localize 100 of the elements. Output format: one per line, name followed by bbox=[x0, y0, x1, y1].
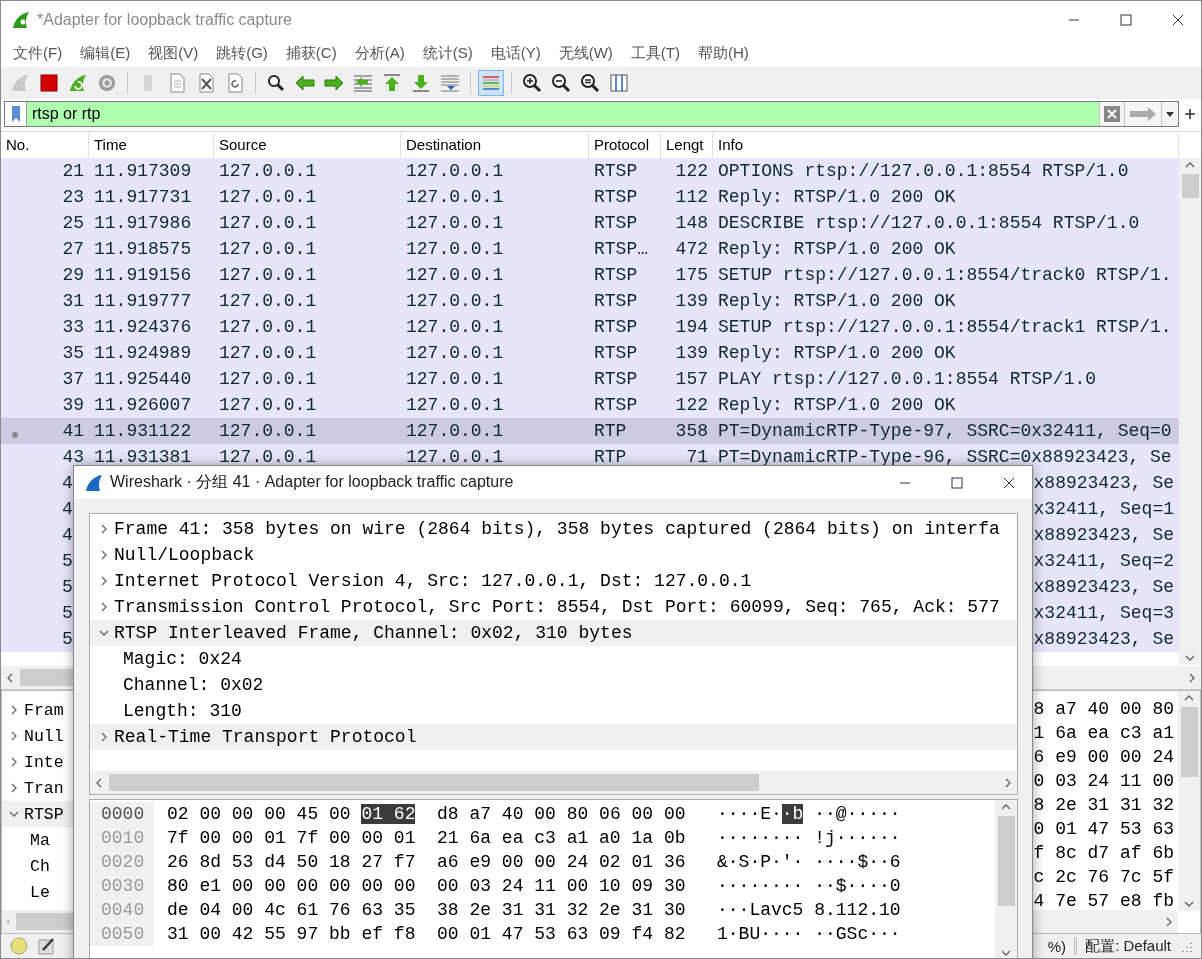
ascii-text: ········ !j······ bbox=[717, 828, 901, 848]
table-cell: 33 bbox=[62, 317, 84, 337]
menu-item[interactable]: 视图(V) bbox=[139, 43, 208, 63]
packet-row[interactable]: 21 11.917309 127.0.0.1 127.0.0.1 RTSP 122 OPTIONS rtsp://127.0.0.1:8554 RTSP/1.0 bbox=[1, 158, 1179, 184]
table-cell: 4 bbox=[62, 473, 73, 493]
table-cell: 358 bbox=[675, 421, 708, 441]
table-cell: 127.0.0.1 bbox=[219, 265, 317, 285]
table-cell: 39 bbox=[62, 395, 84, 415]
close-icon bbox=[1172, 14, 1184, 26]
tree-item[interactable]: Real-Time Transport Protocol bbox=[114, 727, 417, 747]
hex-bytes: c 2c 76 7c 5f bbox=[1033, 866, 1174, 889]
selected-ascii: ·b bbox=[781, 804, 804, 824]
hex-bytes: 8 2e 31 31 32 bbox=[1033, 794, 1174, 817]
zoom-reset-icon bbox=[580, 73, 600, 93]
byte-offset: 0000 bbox=[90, 802, 154, 826]
colored-lines-button[interactable] bbox=[478, 70, 504, 96]
tree-item[interactable]: RTSP bbox=[24, 804, 64, 824]
tree-item[interactable]: RTSP Interleaved Frame, Channel: 0x02, 310 bytes bbox=[114, 623, 633, 643]
packet-row[interactable]: 27 11.918575 127.0.0.1 127.0.0.1 RTSP… 472 Reply: RTSP/1.0 200 OK bbox=[1, 236, 1179, 262]
menu-item[interactable]: 编辑(E) bbox=[71, 43, 140, 63]
table-cell: 27 bbox=[62, 239, 84, 259]
packet-row[interactable]: 29 11.919156 127.0.0.1 127.0.0.1 RTSP 175 SETUP rtsp://127.0.0.1:8554/track0 RTSP/1. bbox=[1, 262, 1179, 288]
plus-icon[interactable] bbox=[1183, 107, 1197, 121]
ascii-text: ··@····· bbox=[813, 804, 901, 824]
stop-icon bbox=[40, 74, 58, 92]
menu-item[interactable]: 工具(T) bbox=[621, 43, 689, 63]
tree-item[interactable]: Magic: 0x24 bbox=[123, 649, 242, 669]
tree-item[interactable]: Ma bbox=[30, 830, 50, 850]
table-cell: 21 bbox=[62, 161, 84, 181]
tree-item[interactable]: Internet Protocol Version 4, Src: 127.0.0.1, Dst: 127.0.0.1 bbox=[114, 571, 752, 591]
table-cell: 127.0.0.1 bbox=[219, 317, 317, 337]
table-cell: RTSP bbox=[594, 291, 638, 311]
table-cell: 35 bbox=[62, 343, 84, 363]
table-cell: 139 bbox=[675, 291, 708, 311]
hex-bytes: 31 00 42 55 97 bb ef f8 00 01 47 53 63 09 f4 82 bbox=[167, 924, 686, 944]
table-cell: SETUP rtsp://127.0.0.1:8554/track0 RTSP/1. bbox=[718, 265, 1172, 285]
file-icon bbox=[168, 73, 186, 93]
table-cell: Reply: RTSP/1.0 200 OK bbox=[718, 291, 956, 311]
table-cell: 11.924376 bbox=[94, 317, 192, 337]
tree-item[interactable]: Tran bbox=[24, 778, 64, 798]
packet-row[interactable]: 39 11.926007 127.0.0.1 127.0.0.1 RTSP 122 Reply: RTSP/1.0 200 OK bbox=[1, 392, 1179, 418]
scrollbar-thumb[interactable] bbox=[1181, 174, 1199, 198]
table-cell: 127.0.0.1 bbox=[406, 239, 504, 259]
expert-info-icon[interactable] bbox=[9, 936, 29, 956]
table-cell: 127.0.0.1 bbox=[219, 395, 317, 415]
ascii-text: 1·BU···· ··GSc··· bbox=[717, 924, 901, 944]
menu-item[interactable]: 分析(A) bbox=[345, 43, 414, 63]
table-cell: 41 bbox=[62, 421, 84, 441]
close-file-icon bbox=[197, 73, 215, 93]
menu-item[interactable]: 跳转(G) bbox=[207, 43, 277, 63]
search-icon bbox=[266, 73, 286, 93]
table-cell: RTP bbox=[594, 421, 627, 441]
tree-item[interactable]: Channel: 0x02 bbox=[123, 675, 264, 695]
tree-item[interactable]: Null bbox=[24, 726, 64, 746]
scrollbar-thumb[interactable] bbox=[109, 774, 759, 791]
packet-row[interactable]: 35 11.924989 127.0.0.1 127.0.0.1 RTSP 139 Reply: RTSP/1.0 200 OK bbox=[1, 340, 1179, 366]
table-cell: 4 bbox=[62, 525, 73, 545]
tree-item[interactable]: Fram bbox=[24, 700, 64, 720]
table-cell: x88923423, Se bbox=[1033, 473, 1174, 493]
menu-item[interactable]: 电话(Y) bbox=[481, 43, 550, 63]
menu-item[interactable]: 文件(F) bbox=[4, 43, 72, 63]
menu-item[interactable]: 捕获(C) bbox=[276, 43, 346, 63]
packet-row[interactable]: 41 11.931122 127.0.0.1 127.0.0.1 RTP 358 PT=DynamicRTP-Type-97, SSRC=0x32411, Seq=0 bbox=[1, 418, 1179, 444]
menu-item[interactable]: 无线(W) bbox=[549, 43, 622, 63]
packet-row[interactable]: 25 11.917986 127.0.0.1 127.0.0.1 RTSP 148 DESCRIBE rtsp://127.0.0.1:8554 RTSP/1.0 bbox=[1, 210, 1179, 236]
selected-bytes: 01 62 bbox=[361, 804, 416, 824]
tree-item[interactable]: Ch bbox=[30, 856, 50, 876]
page-icon bbox=[141, 73, 155, 93]
tree-item[interactable]: Le bbox=[30, 882, 50, 902]
hex-bytes: de 04 00 4c 61 76 63 35 38 2e 31 31 32 2e 31 30 bbox=[167, 900, 686, 920]
hex-bytes: 02 00 00 00 45 00 bbox=[167, 804, 352, 824]
table-cell: 127.0.0.1 bbox=[406, 265, 504, 285]
table-cell: RTSP… bbox=[594, 239, 648, 259]
shark-fin-icon bbox=[10, 73, 30, 93]
table-cell: 11.926007 bbox=[94, 395, 192, 415]
tree-item[interactable]: Inte bbox=[24, 752, 64, 772]
table-cell: 11.931122 bbox=[94, 421, 192, 441]
menu-item[interactable]: 帮助(H) bbox=[688, 43, 758, 63]
table-cell: x88923423, Se bbox=[1033, 525, 1174, 545]
packet-row[interactable]: 31 11.919777 127.0.0.1 127.0.0.1 RTSP 139 Reply: RTSP/1.0 200 OK bbox=[1, 288, 1179, 314]
list-arrow-icon bbox=[352, 73, 374, 93]
table-cell: 31 bbox=[62, 291, 84, 311]
packet-row[interactable]: 37 11.925440 127.0.0.1 127.0.0.1 RTSP 157 PLAY rtsp://127.0.0.1:8554 RTSP/1.0 bbox=[1, 366, 1179, 392]
scrollbar-thumb[interactable] bbox=[997, 816, 1015, 906]
table-cell: 127.0.0.1 bbox=[219, 161, 317, 181]
scrollbar-thumb[interactable] bbox=[1180, 707, 1198, 777]
menu-item[interactable]: 统计(S) bbox=[413, 43, 482, 63]
packet-row[interactable]: 33 11.924376 127.0.0.1 127.0.0.1 RTSP 194 SETUP rtsp://127.0.0.1:8554/track1 RTSP/1. bbox=[1, 314, 1179, 340]
table-cell: 139 bbox=[675, 343, 708, 363]
edit-icon[interactable] bbox=[37, 936, 57, 956]
packet-row[interactable]: 23 11.917731 127.0.0.1 127.0.0.1 RTSP 112 Reply: RTSP/1.0 200 OK bbox=[1, 184, 1179, 210]
tree-item[interactable]: Frame 41: 358 bytes on wire (2864 bits), 358 bytes captured (2864 bits) on interfa bbox=[114, 519, 1000, 539]
tree-item[interactable]: Transmission Control Protocol, Src Port: 8554, Dst Port: 60099, Seq: 765, Ack: 577 bbox=[114, 597, 1000, 617]
table-cell: 11.917986 bbox=[94, 213, 192, 233]
table-cell: 112 bbox=[675, 187, 708, 207]
tree-item[interactable]: Null/Loopback bbox=[114, 545, 255, 565]
profile-label[interactable]: 配置: Default bbox=[1085, 936, 1171, 956]
table-cell: 148 bbox=[675, 213, 708, 233]
table-cell: 122 bbox=[675, 395, 708, 415]
tree-item[interactable]: Length: 310 bbox=[123, 701, 242, 721]
